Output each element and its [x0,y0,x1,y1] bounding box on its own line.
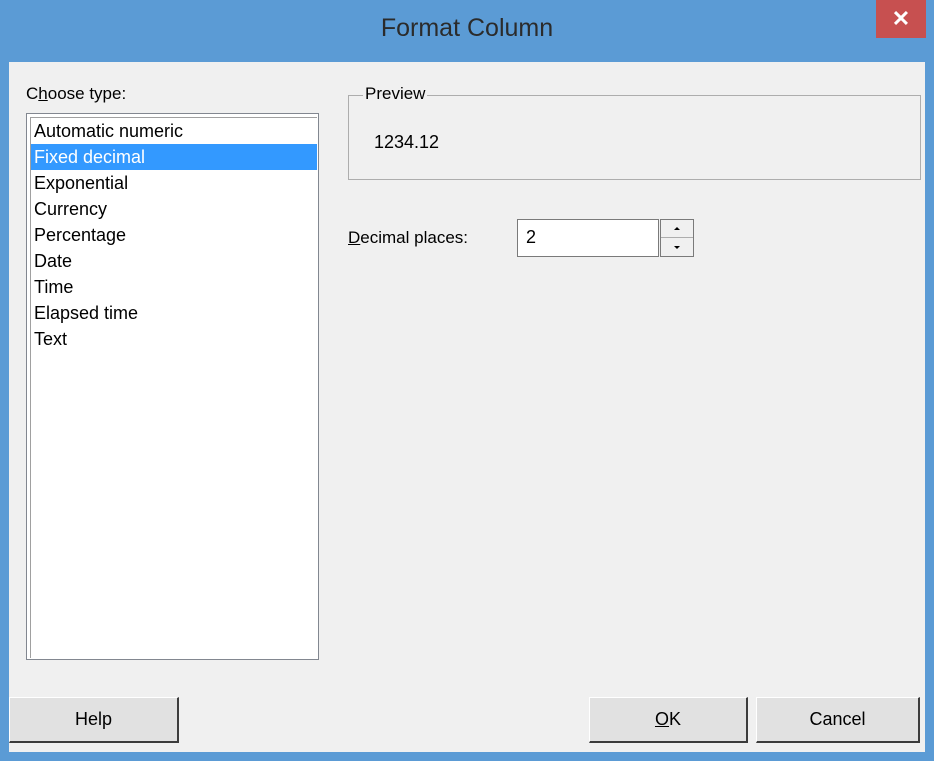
type-list: Automatic numeric Fixed decimal Exponentia… [30,117,317,658]
decimal-places-spinner [660,219,694,257]
list-item-fixed-decimal[interactable]: Fixed decimal [31,144,317,170]
choose-type-label-part: C [26,84,39,103]
decimal-places-label-rest: ecimal places: [360,228,468,247]
list-item-time[interactable]: Time [31,274,317,300]
choose-type-label-rest: oose type: [47,84,127,103]
dialog-title: Format Column [380,14,554,42]
list-item-date[interactable]: Date [31,248,317,274]
ok-label-rest: K [669,709,682,729]
help-button[interactable]: Help [9,697,179,743]
format-column-dialog: Format Column ✕ Choose type: Automatic n… [0,0,934,761]
list-item-currency[interactable]: Currency [31,196,317,222]
preview-value: 1234.12 [374,132,440,152]
spin-down-button[interactable] [661,238,693,256]
list-item-text[interactable]: Text [31,326,317,352]
preview-group: Preview 1234.12 [348,84,921,180]
ok-accesskey: O [654,709,669,729]
arrow-up-icon [674,226,680,230]
list-item-exponential[interactable]: Exponential [31,170,317,196]
choose-type-label: Choose type: [26,84,126,104]
decimal-places-input[interactable]: 2 [517,219,659,257]
cancel-button[interactable]: Cancel [756,697,920,743]
type-listbox[interactable]: Automatic numeric Fixed decimal Exponentia… [26,113,319,660]
dialog-body: Choose type: Automatic numeric Fixed deci… [9,62,925,752]
list-item-percentage[interactable]: Percentage [31,222,317,248]
decimal-places-label: Decimal places: [348,228,468,248]
decimal-places-accesskey: D [348,228,361,247]
spin-up-button[interactable] [661,220,693,238]
close-icon: ✕ [891,6,911,31]
title-bar[interactable]: Format Column ✕ [0,0,934,62]
close-button[interactable]: ✕ [876,0,926,38]
list-item-automatic-numeric[interactable]: Automatic numeric [31,118,317,144]
preview-title: Preview [363,84,428,104]
arrow-down-icon [674,246,680,249]
ok-button[interactable]: OK [589,697,748,743]
list-item-elapsed-time[interactable]: Elapsed time [31,300,317,326]
choose-type-accesskey: h [38,84,48,103]
